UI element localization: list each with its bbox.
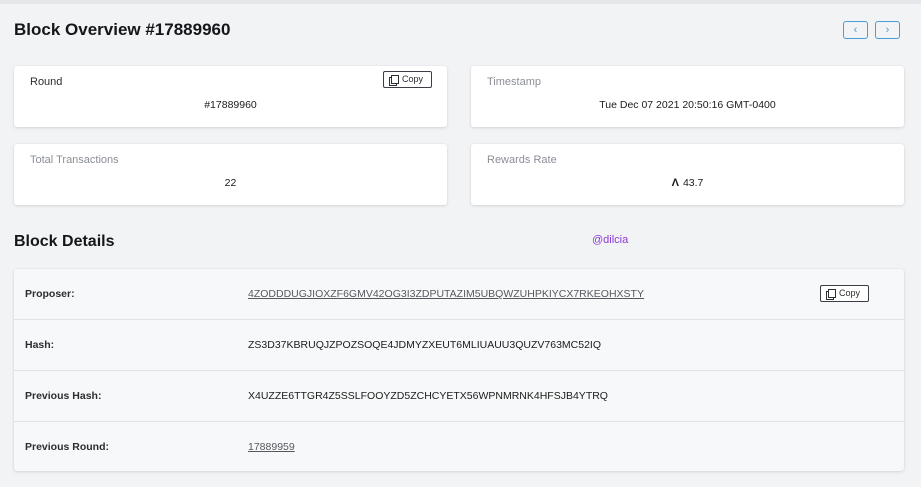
proposer-link[interactable]: 4ZODDDUGJIOXZF6GMV42OG3I3ZDPUTAZIM5UBQWZ… [248, 288, 644, 300]
copy-label: Copy [839, 288, 861, 298]
next-block-button[interactable]: › [875, 21, 900, 39]
detail-row-proposer: Proposer: 4ZODDDUGJIOXZF6GMV42OG3I3ZDPUT… [14, 269, 904, 320]
top-divider [0, 0, 921, 4]
previous-round-label: Previous Round: [25, 441, 110, 453]
timestamp-label: Timestamp [487, 76, 541, 88]
detail-row-previous-round: Previous Round: 17889959 [14, 422, 904, 471]
copy-icon [389, 75, 399, 86]
detail-row-previous-hash: Previous Hash: X4UZZE6TTGR4Z5SSLFOOYZD5Z… [14, 371, 904, 422]
total-transactions-label: Total Transactions [30, 154, 119, 166]
chevron-left-icon: ‹ [853, 24, 858, 36]
total-transactions-value: 22 [224, 177, 237, 189]
proposer-label: Proposer: [25, 288, 75, 300]
previous-hash-label: Previous Hash: [25, 390, 102, 402]
block-details-table: Proposer: 4ZODDDUGJIOXZF6GMV42OG3I3ZDPUT… [14, 269, 904, 471]
block-details-title: Block Details [14, 233, 115, 250]
watermark-text: @dilcia [592, 234, 629, 246]
previous-block-button[interactable]: ‹ [843, 21, 868, 39]
previous-round-link[interactable]: 17889959 [248, 441, 295, 453]
copy-round-button[interactable]: Copy [383, 71, 432, 88]
page-title: Block Overview #17889960 [14, 20, 231, 39]
timestamp-card: Timestamp Tue Dec 07 2021 20:50:16 GMT-0… [471, 66, 904, 127]
copy-label: Copy [402, 74, 424, 84]
rewards-rate-value: 43.7 [682, 177, 704, 189]
copy-proposer-button[interactable]: Copy [820, 285, 869, 302]
round-label: Round [30, 76, 63, 88]
round-value: #17889960 [204, 99, 257, 111]
rewards-rate-label: Rewards Rate [487, 154, 557, 166]
previous-hash-value: X4UZZE6TTGR4Z5SSLFOOYZD5ZCHCYETX56WPNMRN… [248, 390, 608, 402]
round-card: Round Copy #17889960 [14, 66, 447, 127]
detail-row-hash: Hash: ZS3D37KBRUQJZPOZSOQE4JDMYZXEUT6MLI… [14, 320, 904, 371]
timestamp-value: Tue Dec 07 2021 20:50:16 GMT-0400 [599, 99, 776, 111]
rewards-rate-value-wrap: Λ 43.7 [471, 177, 904, 189]
copy-icon [826, 289, 836, 300]
total-transactions-card: Total Transactions 22 [14, 144, 447, 205]
rewards-rate-card: Rewards Rate Λ 43.7 [471, 144, 904, 205]
chevron-right-icon: › [885, 24, 890, 36]
hash-label: Hash: [25, 339, 55, 351]
algorand-icon: Λ [671, 177, 679, 189]
hash-value: ZS3D37KBRUQJZPOZSOQE4JDMYZXEUT6MLIUAUU3Q… [248, 339, 602, 351]
